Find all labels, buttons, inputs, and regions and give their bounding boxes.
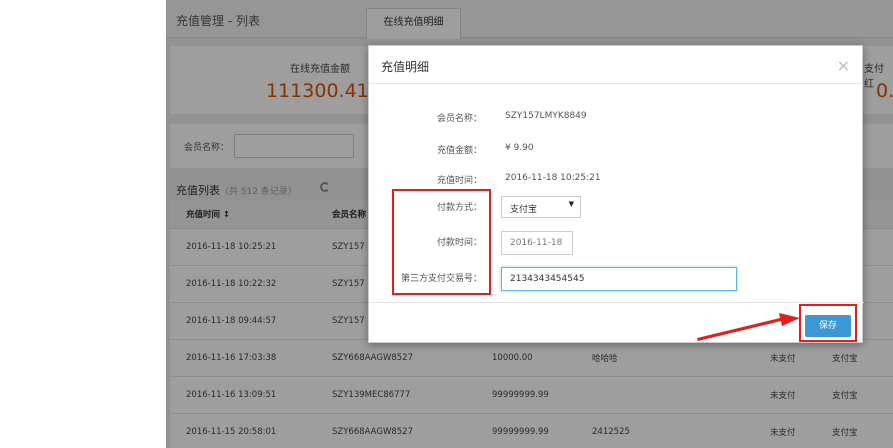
annotation-arrow-icon [697, 313, 800, 341]
arrow-shape [697, 313, 800, 341]
screenshot-stage: 充值管理 - 列表 在线充值明细 在线充值金额 111300.41 支付红 0.… [0, 0, 893, 448]
